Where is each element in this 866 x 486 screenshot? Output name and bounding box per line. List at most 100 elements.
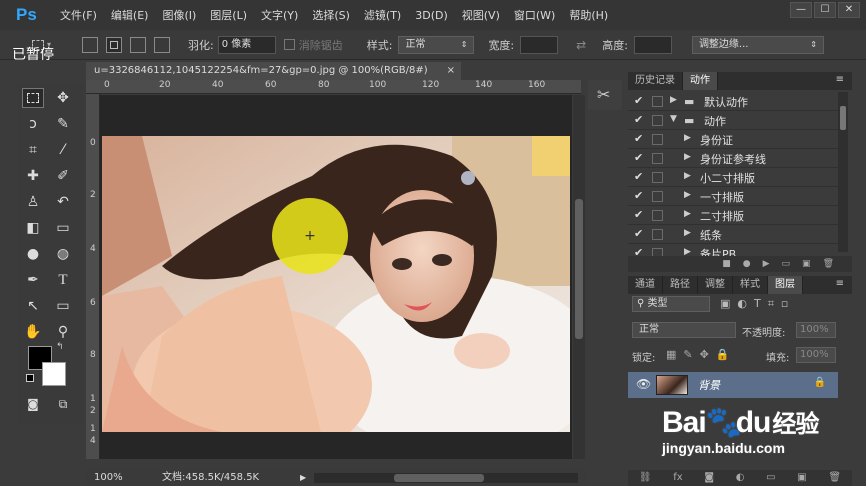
action-row[interactable]: ✔ ▶ 纸条 bbox=[628, 225, 842, 244]
layer-filter-select[interactable]: ⚲ 类型 bbox=[632, 296, 710, 312]
layer-filter-icons[interactable]: ▣◐T⌗▫ bbox=[720, 297, 795, 311]
subtract-selection-icon[interactable] bbox=[130, 36, 146, 53]
add-selection-icon[interactable] bbox=[106, 36, 122, 53]
width-input[interactable] bbox=[520, 35, 559, 54]
blur-tool-icon[interactable]: ● bbox=[22, 244, 44, 264]
checkmark-icon[interactable]: ✔ bbox=[634, 208, 643, 221]
crop-tool-icon[interactable]: ⌗ bbox=[22, 140, 44, 160]
rectangle-shape-tool-icon[interactable]: ▭ bbox=[52, 296, 74, 316]
pen-tool-icon[interactable]: ✒ bbox=[22, 270, 44, 290]
tab-adjustments[interactable]: 调整 bbox=[698, 276, 733, 294]
dodge-tool-icon[interactable]: ◍ bbox=[52, 244, 74, 264]
collapsed-triangle-icon[interactable]: ▶ bbox=[684, 152, 691, 162]
scrollbar-thumb[interactable] bbox=[840, 106, 846, 130]
dialog-toggle-box[interactable] bbox=[652, 229, 663, 240]
scrollbar-thumb[interactable] bbox=[394, 474, 484, 482]
panel-menu-icon[interactable]: ≡ bbox=[836, 278, 844, 289]
fx-icon[interactable]: fx bbox=[673, 470, 682, 486]
checkmark-icon[interactable]: ✔ bbox=[634, 227, 643, 240]
checkmark-icon[interactable]: ✔ bbox=[634, 132, 643, 145]
menu-select[interactable]: 选择(S) bbox=[312, 7, 350, 23]
layer-row-background[interactable]: 👁 背景 🔒 bbox=[628, 372, 838, 398]
horizontal-scrollbar[interactable] bbox=[314, 473, 578, 483]
action-row[interactable]: ✔ ▶ 二寸排版 bbox=[628, 206, 842, 225]
lasso-tool-icon[interactable]: ↄ bbox=[22, 114, 44, 134]
default-colors-icon[interactable] bbox=[26, 374, 34, 382]
swap-icon[interactable]: ⇄ bbox=[576, 38, 586, 52]
checkmark-icon[interactable]: ✔ bbox=[634, 113, 643, 126]
dialog-toggle-box[interactable] bbox=[652, 153, 663, 164]
collapsed-triangle-icon[interactable]: ▶ bbox=[684, 209, 691, 219]
dialog-toggle-box[interactable] bbox=[652, 172, 663, 183]
dialog-toggle-box[interactable] bbox=[652, 96, 663, 107]
document-tab[interactable]: u=3326846112,1045122254&fm=27&gp=0.jpg @… bbox=[86, 62, 461, 80]
tab-channels[interactable]: 通道 bbox=[628, 276, 663, 294]
document-photo[interactable]: + bbox=[102, 136, 570, 432]
action-row[interactable]: ✔ ▶ ▬ 默认动作 bbox=[628, 92, 842, 111]
link-icon[interactable]: ⛓ bbox=[639, 470, 652, 486]
quick-mask-icon[interactable]: ◙ bbox=[22, 394, 44, 414]
opacity-input[interactable]: 100% bbox=[796, 322, 836, 338]
new-set-icon[interactable]: ▭ bbox=[782, 256, 791, 272]
dialog-toggle-box[interactable] bbox=[652, 115, 663, 126]
group-icon[interactable]: ▭ bbox=[766, 470, 775, 486]
action-row[interactable]: ✔ ▶ 一寸排版 bbox=[628, 187, 842, 206]
path-select-tool-icon[interactable]: ↖ bbox=[22, 296, 44, 316]
tab-layers[interactable]: 图层 bbox=[768, 276, 803, 294]
menu-layer[interactable]: 图层(L) bbox=[210, 7, 247, 23]
menu-file[interactable]: 文件(F) bbox=[60, 7, 97, 23]
zoom-level[interactable]: 100% bbox=[94, 470, 123, 486]
hand-tool-icon[interactable]: ✋ bbox=[22, 322, 44, 342]
mask-icon[interactable]: ◙ bbox=[704, 470, 714, 486]
menu-type[interactable]: 文字(Y) bbox=[261, 7, 298, 23]
swap-colors-icon[interactable]: ↰ bbox=[56, 342, 64, 352]
menu-window[interactable]: 窗口(W) bbox=[514, 7, 555, 23]
tools-icon[interactable]: ✂ bbox=[597, 85, 610, 104]
maximize-button[interactable]: ☐ bbox=[814, 2, 836, 18]
antialias-checkbox[interactable] bbox=[283, 39, 295, 50]
zoom-tool-icon[interactable]: ⚲ bbox=[52, 322, 74, 342]
scrollbar-thumb[interactable] bbox=[575, 199, 583, 339]
layer-name[interactable]: 背景 bbox=[698, 377, 720, 393]
move-tool-icon[interactable]: ✥ bbox=[52, 88, 74, 108]
checkmark-icon[interactable]: ✔ bbox=[634, 151, 643, 164]
trash-icon[interactable]: 🗑 bbox=[823, 256, 834, 272]
status-menu-icon[interactable]: ▶ bbox=[300, 470, 306, 486]
type-tool-icon[interactable]: T bbox=[52, 270, 74, 290]
close-button[interactable]: ✕ bbox=[838, 2, 860, 18]
record-icon[interactable]: ● bbox=[743, 256, 751, 272]
checkmark-icon[interactable]: ✔ bbox=[634, 94, 643, 107]
collapsed-triangle-icon[interactable]: ▶ bbox=[684, 190, 691, 200]
action-row[interactable]: ✔ ▶ 身份证 bbox=[628, 130, 842, 149]
panel-menu-icon[interactable]: ≡ bbox=[836, 74, 844, 85]
collapsed-triangle-icon[interactable]: ▶ bbox=[684, 133, 691, 143]
checkmark-icon[interactable]: ✔ bbox=[634, 189, 643, 202]
menu-help[interactable]: 帮助(H) bbox=[569, 7, 608, 23]
quick-select-tool-icon[interactable]: ✎ bbox=[52, 114, 74, 134]
tab-history[interactable]: 历史记录 bbox=[628, 72, 683, 90]
close-tab-icon[interactable]: × bbox=[447, 62, 455, 80]
new-layer-icon[interactable]: ▣ bbox=[797, 470, 806, 486]
clone-stamp-tool-icon[interactable]: ♙ bbox=[22, 192, 44, 212]
fill-input[interactable]: 100% bbox=[796, 347, 836, 363]
lock-icons[interactable]: ▦✎✥🔒 bbox=[666, 348, 737, 361]
expanded-triangle-icon[interactable]: ▼ bbox=[670, 114, 677, 124]
brush-tool-icon[interactable]: ✐ bbox=[52, 166, 74, 186]
minimize-button[interactable]: — bbox=[790, 2, 812, 18]
eraser-tool-icon[interactable]: ◧ bbox=[22, 218, 44, 238]
style-select[interactable]: 正常 ⇕ bbox=[398, 35, 475, 54]
blend-mode-select[interactable]: 正常 bbox=[632, 322, 736, 338]
refine-edge-button[interactable]: 调整边缘... ⇕ bbox=[691, 35, 824, 54]
play-icon[interactable]: ▶ bbox=[763, 256, 770, 272]
rect-marquee-tool-icon[interactable] bbox=[22, 88, 44, 108]
tab-paths[interactable]: 路径 bbox=[663, 276, 698, 294]
gradient-tool-icon[interactable]: ▭ bbox=[52, 218, 74, 238]
menu-edit[interactable]: 编辑(E) bbox=[111, 7, 149, 23]
history-brush-tool-icon[interactable]: ↶ bbox=[52, 192, 74, 212]
new-action-icon[interactable]: ▣ bbox=[802, 256, 811, 272]
eye-icon[interactable]: 👁 bbox=[636, 377, 651, 391]
eyedropper-tool-icon[interactable]: ⁄ bbox=[52, 140, 74, 160]
background-color-swatch[interactable] bbox=[42, 362, 66, 386]
stop-icon[interactable]: ■ bbox=[722, 256, 731, 272]
action-row[interactable]: ✔ ▼ ▬ 动作 bbox=[628, 111, 842, 130]
